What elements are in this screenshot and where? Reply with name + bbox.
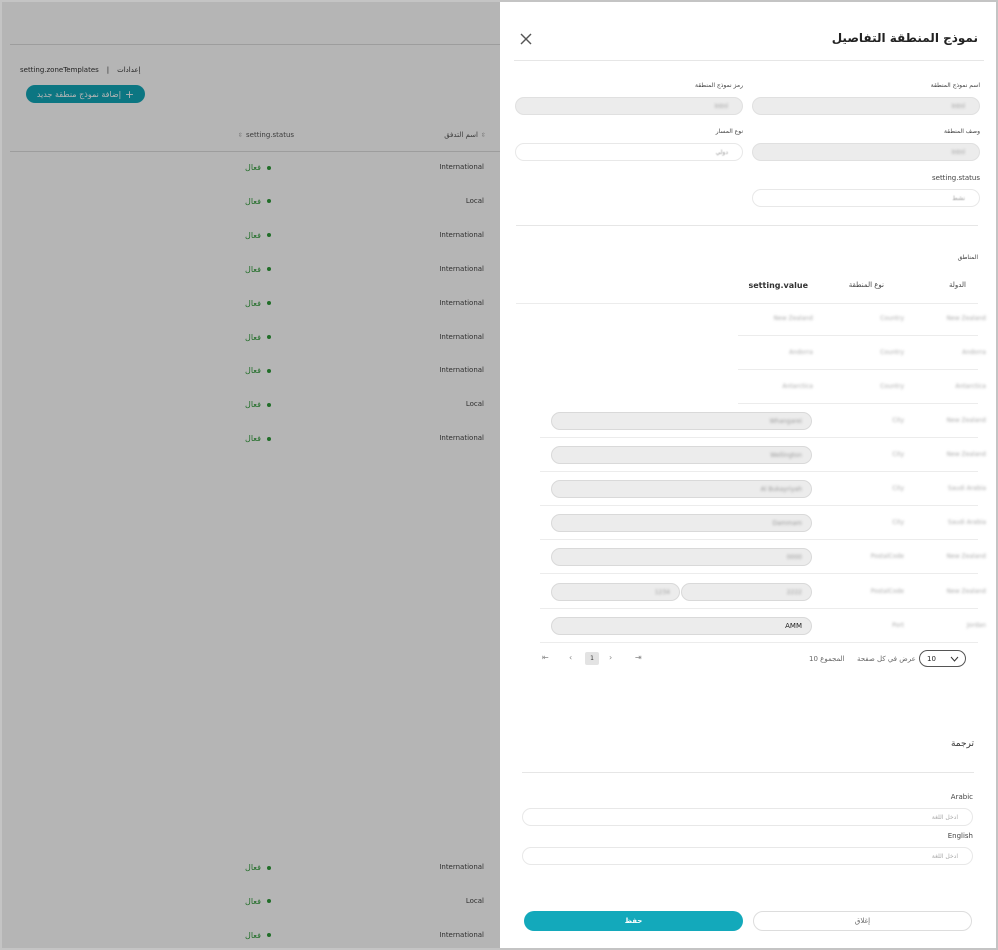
english-input[interactable]: ادخل اللغة: [522, 847, 973, 865]
region-type: PostalCode: [870, 553, 904, 560]
drawer-title: نموذج المنطقة التفاصيل: [831, 31, 978, 45]
route-type-value: دولي: [715, 148, 728, 156]
region-country: New Zealand: [946, 553, 986, 560]
close-icon[interactable]: [518, 31, 534, 47]
region-value-text: AMM: [785, 622, 802, 630]
prev-page-icon[interactable]: ‹: [569, 653, 572, 662]
region-value-input[interactable]: Wellington: [551, 446, 812, 464]
arabic-label: Arabic: [950, 793, 973, 801]
region-value-text: Whangarei: [769, 417, 802, 425]
description-value: Intnl: [951, 148, 965, 156]
region-value-input[interactable]: AMM: [551, 617, 812, 635]
row-divider: [540, 471, 978, 472]
per-page-select[interactable]: 10: [919, 650, 966, 667]
region-value-text: 0000: [786, 553, 802, 561]
column-value: setting.value: [748, 281, 808, 290]
region-type: Country: [880, 349, 904, 356]
english-label: English: [947, 832, 973, 840]
row-divider: [738, 369, 978, 370]
region-value: Antarctica: [782, 383, 813, 390]
row-divider: [540, 573, 978, 574]
region-value-text: 1234: [654, 588, 670, 596]
table-header-divider: [516, 303, 978, 304]
chevron-down-icon: [950, 656, 959, 662]
first-page-icon[interactable]: ⇤: [542, 653, 549, 662]
region-value-input[interactable]: Dammam: [551, 514, 812, 532]
column-zone-type: نوع المنطقة: [848, 281, 884, 289]
code-field[interactable]: Intnl: [515, 97, 743, 115]
next-page-icon[interactable]: ›: [609, 653, 612, 662]
row-divider: [540, 539, 978, 540]
region-value: Andorra: [789, 349, 813, 356]
region-value: New Zealand: [773, 315, 813, 322]
details-divider: [516, 225, 978, 226]
region-value-input[interactable]: 0000: [551, 548, 812, 566]
region-type: City: [892, 417, 904, 424]
regions-section-label: المناطق: [957, 254, 978, 261]
region-value-text: Al Bukayriyah: [760, 485, 802, 493]
region-value-input[interactable]: 2222: [681, 583, 812, 601]
last-page-icon[interactable]: ⇥: [635, 653, 642, 662]
name-field[interactable]: Intnl: [752, 97, 980, 115]
status-value: نشط: [952, 194, 965, 202]
current-page[interactable]: 1: [585, 652, 599, 665]
region-value-input[interactable]: Whangarei: [551, 412, 812, 430]
region-type: Country: [880, 383, 904, 390]
row-divider: [738, 403, 978, 404]
region-value-input[interactable]: 1234: [551, 583, 680, 601]
status-label: setting.status: [931, 174, 980, 182]
region-country: Antarctica: [955, 383, 986, 390]
region-type: Country: [880, 315, 904, 322]
region-country: New Zealand: [946, 315, 986, 322]
region-type: PostalCode: [870, 588, 904, 595]
region-country: New Zealand: [946, 588, 986, 595]
region-type: City: [892, 519, 904, 526]
region-value-input[interactable]: Al Bukayriyah: [551, 480, 812, 498]
row-divider: [540, 642, 978, 643]
code-value: Intnl: [714, 102, 728, 110]
region-value-text: Dammam: [772, 519, 802, 527]
translation-divider: [522, 772, 974, 773]
region-value-text: 2222: [786, 588, 802, 596]
close-button[interactable]: إغلاق: [753, 911, 972, 931]
description-label: وصف المنطقة: [943, 128, 980, 135]
row-divider: [540, 608, 978, 609]
row-divider: [540, 437, 978, 438]
title-divider: [514, 60, 984, 61]
translation-heading: ترجمة: [950, 739, 974, 749]
name-value: Intnl: [951, 102, 965, 110]
save-button[interactable]: حفظ: [524, 911, 743, 931]
region-country: Andorra: [962, 349, 986, 356]
code-label: رمز نموذج المنطقة: [695, 82, 743, 89]
region-country: New Zealand: [946, 451, 986, 458]
region-type: City: [892, 451, 904, 458]
name-label: اسم نموذج المنطقة: [930, 82, 980, 89]
region-type: City: [892, 485, 904, 492]
region-country: New Zealand: [946, 417, 986, 424]
region-country: Saudi Arabia: [947, 485, 986, 492]
region-value-text: Wellington: [770, 451, 802, 459]
region-country: Jordan: [966, 622, 986, 629]
status-field[interactable]: نشط: [752, 189, 980, 207]
column-country: الدولة: [948, 281, 966, 289]
row-divider: [540, 505, 978, 506]
total-count: المجموع 10: [809, 655, 845, 663]
arabic-input[interactable]: ادخل اللغة: [522, 808, 973, 826]
english-placeholder: ادخل اللغة: [931, 852, 958, 860]
zone-template-details-drawer: نموذج المنطقة التفاصيل اسم نموذج المنطقة…: [500, 0, 998, 950]
region-type: Port: [892, 622, 904, 629]
per-page-label: عرض في كل صفحة: [857, 655, 916, 663]
route-type-label: نوع المسار: [715, 128, 743, 135]
arabic-placeholder: ادخل اللغة: [931, 813, 958, 821]
row-divider: [738, 335, 978, 336]
route-type-field[interactable]: دولي: [515, 143, 743, 161]
per-page-value: 10: [927, 654, 936, 663]
description-field[interactable]: Intnl: [752, 143, 980, 161]
region-country: Saudi Arabia: [947, 519, 986, 526]
